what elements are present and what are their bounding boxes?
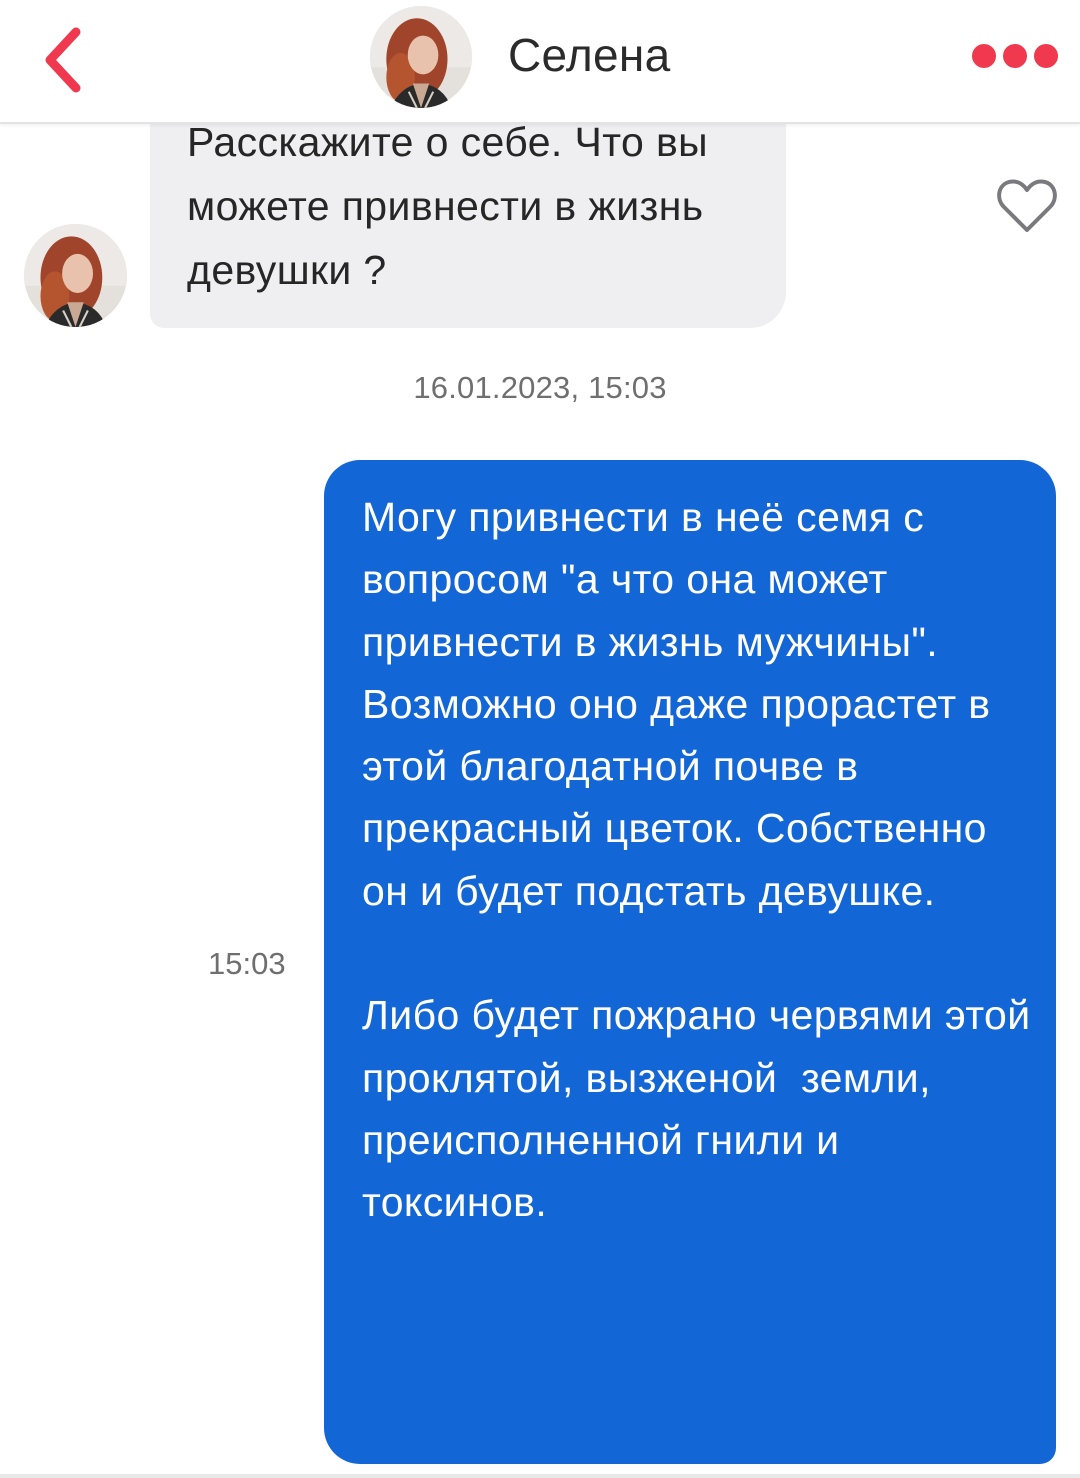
sender-avatar[interactable] bbox=[24, 224, 127, 327]
outgoing-message-bubble[interactable]: Могу привнести в неё семя с вопросом "а … bbox=[324, 460, 1056, 1464]
sender-photo bbox=[24, 224, 127, 327]
contact-name[interactable]: Селена bbox=[508, 26, 671, 84]
date-separator: 16.01.2023, 15:03 bbox=[413, 370, 667, 405]
back-button[interactable] bbox=[30, 18, 110, 98]
heart-outline-icon bbox=[997, 179, 1057, 232]
more-options-button[interactable] bbox=[966, 36, 1064, 76]
chat-header: Селена bbox=[0, 0, 1080, 124]
chevron-left-icon bbox=[45, 27, 81, 93]
divider bbox=[0, 1474, 1080, 1478]
more-dots-icon bbox=[972, 44, 1058, 68]
message-time: 15:03 bbox=[208, 946, 286, 981]
contact-photo bbox=[370, 6, 472, 108]
like-message-button[interactable] bbox=[996, 176, 1058, 236]
contact-avatar[interactable] bbox=[370, 6, 472, 108]
